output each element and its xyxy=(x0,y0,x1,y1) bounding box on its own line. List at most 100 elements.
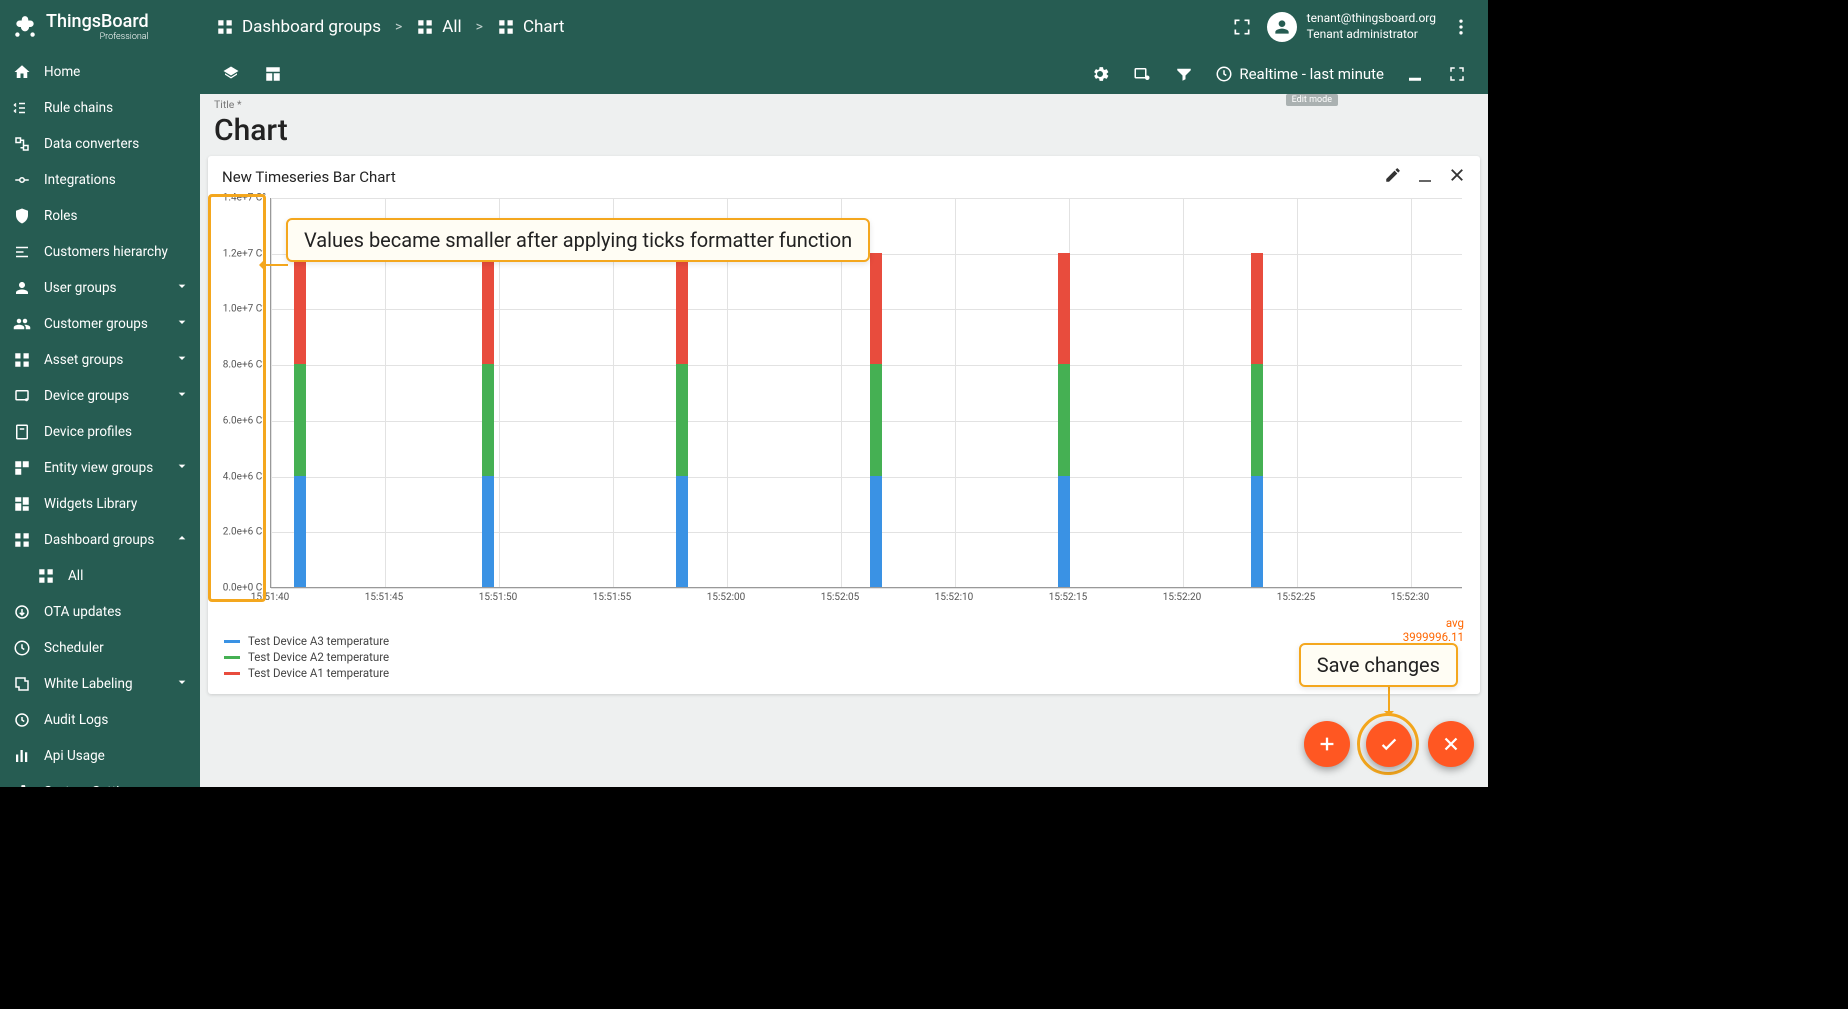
sidebar-item-user-groups[interactable]: User groups xyxy=(0,270,200,306)
sidebar-item-customer-groups[interactable]: Customer groups xyxy=(0,306,200,342)
sidebar-item-all[interactable]: All xyxy=(0,558,200,594)
fab-row xyxy=(1304,721,1474,767)
layouts-icon[interactable] xyxy=(262,63,284,85)
bar-segment xyxy=(1058,253,1070,364)
annotation-ticks-callout: Values became smaller after applying tic… xyxy=(286,218,870,262)
entity-icon xyxy=(12,458,32,478)
annotation-arrow-down xyxy=(1388,687,1390,715)
sidebar-item-white-labeling[interactable]: White Labeling xyxy=(0,666,200,702)
sidebar-item-device-profiles[interactable]: Device profiles xyxy=(0,414,200,450)
breadcrumb-root[interactable]: Dashboard groups xyxy=(216,17,381,37)
bar-segment xyxy=(870,476,882,587)
integration-icon xyxy=(12,170,32,190)
sidebar-item-rule-chains[interactable]: Rule chains xyxy=(0,90,200,126)
sidebar-item-system-settings[interactable]: System Settings xyxy=(0,774,200,787)
timewindow-button[interactable]: Realtime - last minute xyxy=(1215,65,1384,83)
add-widget-fab[interactable] xyxy=(1304,721,1350,767)
cancel-fab[interactable] xyxy=(1428,721,1474,767)
chart-legend: Test Device A3 temperature Test Device A2… xyxy=(224,632,389,682)
sidebar-item-label: Data converters xyxy=(44,136,139,152)
settings-icon xyxy=(12,782,32,787)
logo[interactable]: ThingsBoard Professional xyxy=(0,0,200,54)
sidebar-item-data-converters[interactable]: Data converters xyxy=(0,126,200,162)
content-area: Title * Chart Edit mode New Timeseries B… xyxy=(200,94,1488,787)
sidebar-item-label: OTA updates xyxy=(44,604,121,620)
shield-icon xyxy=(12,206,32,226)
more-icon[interactable] xyxy=(1450,16,1472,38)
breadcrumb-separator: > xyxy=(395,19,402,35)
x-tick-label: 15:52:10 xyxy=(935,592,974,603)
save-fab[interactable] xyxy=(1366,721,1412,767)
sidebar-item-entity-view-groups[interactable]: Entity view groups xyxy=(0,450,200,486)
legend-label: Test Device A1 temperature xyxy=(248,666,389,680)
sidebar-item-label: System Settings xyxy=(44,784,141,787)
asset-icon xyxy=(12,350,32,370)
sidebar-item-label: Api Usage xyxy=(44,748,105,764)
chevron-down-icon xyxy=(174,350,190,370)
breadcrumb-current[interactable]: Chart xyxy=(497,17,564,37)
fullscreen-toggle-icon[interactable] xyxy=(1446,63,1468,85)
download-widget-icon[interactable] xyxy=(1416,166,1434,188)
x-tick-label: 15:52:25 xyxy=(1277,592,1316,603)
legend-item[interactable]: Test Device A3 temperature xyxy=(224,634,389,648)
entity-alias-icon[interactable] xyxy=(1131,63,1153,85)
topbar: Dashboard groups > All > Chart tenant@th… xyxy=(200,0,1488,54)
settings-icon[interactable] xyxy=(1089,63,1111,85)
sidebar-item-home[interactable]: Home xyxy=(0,54,200,90)
sidebar-item-roles[interactable]: Roles xyxy=(0,198,200,234)
remove-widget-icon[interactable] xyxy=(1448,166,1466,188)
brand-name: ThingsBoard xyxy=(46,13,149,31)
bar-group xyxy=(1251,253,1263,587)
breadcrumb-group[interactable]: All xyxy=(416,17,461,37)
x-tick-label: 15:51:55 xyxy=(593,592,632,603)
sidebar-item-audit-logs[interactable]: Audit Logs xyxy=(0,702,200,738)
sidebar-item-scheduler[interactable]: Scheduler xyxy=(0,630,200,666)
sidebar-item-device-groups[interactable]: Device groups xyxy=(0,378,200,414)
whitelabel-icon xyxy=(12,674,32,694)
sidebar-item-label: User groups xyxy=(44,280,117,296)
bar-segment xyxy=(676,364,688,475)
sidebar-item-label: Customers hierarchy xyxy=(44,244,168,260)
rule-icon xyxy=(12,98,32,118)
bar-group xyxy=(676,253,688,587)
sidebar-item-label: Audit Logs xyxy=(44,712,108,728)
user-menu[interactable]: tenant@thingsboard.org Tenant administra… xyxy=(1267,11,1436,42)
sidebar-item-api-usage[interactable]: Api Usage xyxy=(0,738,200,774)
bar-segment xyxy=(676,476,688,587)
sidebar-item-ota-updates[interactable]: OTA updates xyxy=(0,594,200,630)
sidebar-item-label: Roles xyxy=(44,208,77,224)
sidebar-item-label: Asset groups xyxy=(44,352,123,368)
sidebar-item-dashboard-groups[interactable]: Dashboard groups xyxy=(0,522,200,558)
legend-item[interactable]: Test Device A2 temperature xyxy=(224,650,389,664)
sidebar-item-label: Customer groups xyxy=(44,316,148,332)
edit-widget-icon[interactable] xyxy=(1384,166,1402,188)
bar-segment xyxy=(1251,253,1263,364)
schedule-icon xyxy=(12,638,32,658)
user-email: tenant@thingsboard.org xyxy=(1307,11,1436,27)
chevron-up-icon xyxy=(174,530,190,550)
bar-segment xyxy=(1251,476,1263,587)
layers-icon[interactable] xyxy=(220,63,242,85)
api-icon xyxy=(12,746,32,766)
home-icon xyxy=(12,62,32,82)
legend-item[interactable]: Test Device A1 temperature xyxy=(224,666,389,680)
chart-widget[interactable]: New Timeseries Bar Chart 0.0e+0 C°2.0e+6… xyxy=(208,156,1480,694)
sidebar-item-label: Device groups xyxy=(44,388,129,404)
chevron-down-icon xyxy=(174,278,190,298)
sidebar-item-label: Rule chains xyxy=(44,100,113,116)
dashboard-toolbar: Realtime - last minute xyxy=(200,54,1488,94)
avatar xyxy=(1267,12,1297,42)
x-tick-label: 15:52:00 xyxy=(707,592,746,603)
brand-edition: Professional xyxy=(100,33,149,42)
sidebar-item-integrations[interactable]: Integrations xyxy=(0,162,200,198)
sidebar-item-label: Widgets Library xyxy=(44,496,137,512)
device-icon xyxy=(12,386,32,406)
filter-icon[interactable] xyxy=(1173,63,1195,85)
sidebar-item-label: Dashboard groups xyxy=(44,532,154,548)
sidebar-item-customers-hierarchy[interactable]: Customers hierarchy xyxy=(0,234,200,270)
page-title[interactable]: Chart xyxy=(214,113,1480,148)
export-icon[interactable] xyxy=(1404,63,1426,85)
fullscreen-icon[interactable] xyxy=(1231,16,1253,38)
sidebar-item-widgets-library[interactable]: Widgets Library xyxy=(0,486,200,522)
sidebar-item-asset-groups[interactable]: Asset groups xyxy=(0,342,200,378)
